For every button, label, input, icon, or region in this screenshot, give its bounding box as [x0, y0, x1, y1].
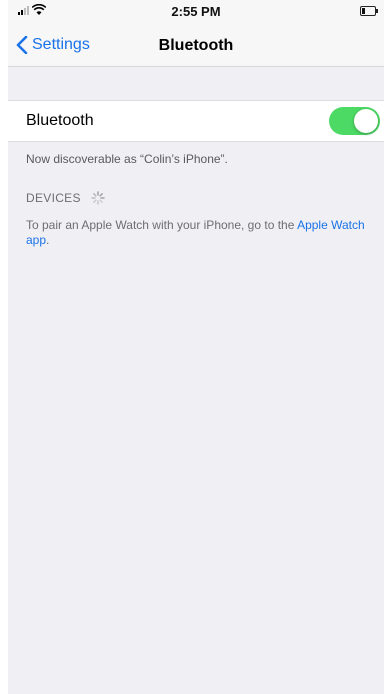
page-title: Bluetooth — [158, 37, 234, 54]
discoverable-text: Now discoverable as “Colin’s iPhone”. — [26, 152, 228, 166]
battery-icon — [360, 6, 378, 16]
bluetooth-label: Bluetooth — [26, 112, 94, 129]
bluetooth-toggle[interactable] — [329, 107, 380, 135]
loading-spinner-icon — [91, 191, 105, 205]
status-time: 2:55 PM — [171, 4, 221, 19]
settings-screen: 2:55 PM Settings Bluetooth Bluetooth Now… — [8, 0, 384, 694]
pair-apple-watch-info: To pair an Apple Watch with your iPhone,… — [26, 218, 366, 248]
devices-header: DEVICES — [26, 191, 105, 205]
toggle-knob — [354, 109, 378, 133]
devices-header-label: DEVICES — [26, 191, 81, 205]
pair-info-text: To pair an Apple Watch with your iPhone,… — [26, 218, 298, 232]
pair-info-suffix: . — [46, 233, 50, 247]
navigation-bar: Settings Bluetooth — [8, 22, 384, 67]
bluetooth-row: Bluetooth — [8, 100, 384, 142]
status-bar: 2:55 PM — [8, 0, 384, 22]
